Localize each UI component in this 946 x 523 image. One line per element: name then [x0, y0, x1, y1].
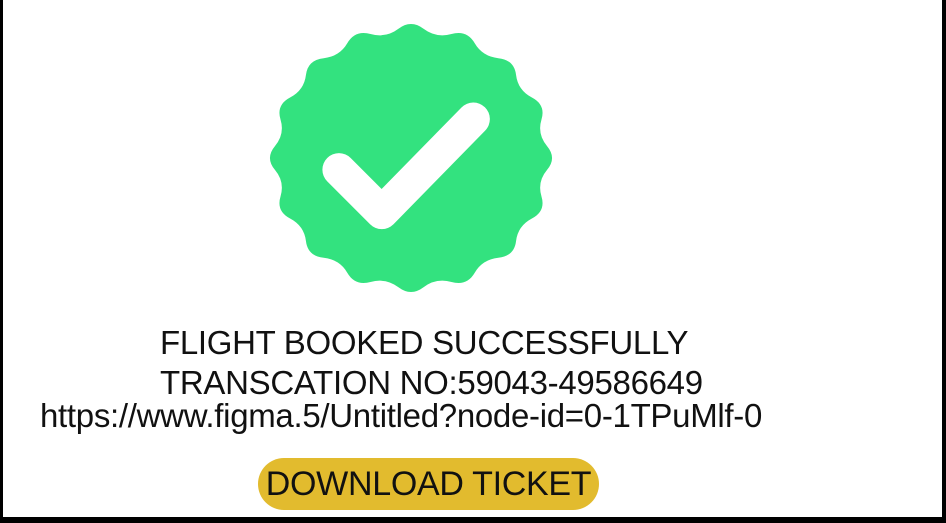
booking-success-title: FLIGHT BOOKED SUCCESSFULLY [160, 324, 689, 361]
confirmation-screen: FLIGHT BOOKED SUCCESSFULLY TRANSCATION N… [3, 0, 942, 517]
verified-check-badge-icon [255, 10, 567, 306]
ticket-url: https://www.figma.5/Untitled?node-id=0-1… [40, 397, 763, 434]
badge-graphic [269, 23, 553, 293]
download-ticket-button[interactable]: DOWNLOAD TICKET [258, 458, 599, 510]
transaction-number: TRANSCATION NO:59043-49586649 [160, 364, 703, 401]
download-ticket-label: DOWNLOAD TICKET [265, 464, 592, 503]
badge-shape [269, 23, 553, 293]
